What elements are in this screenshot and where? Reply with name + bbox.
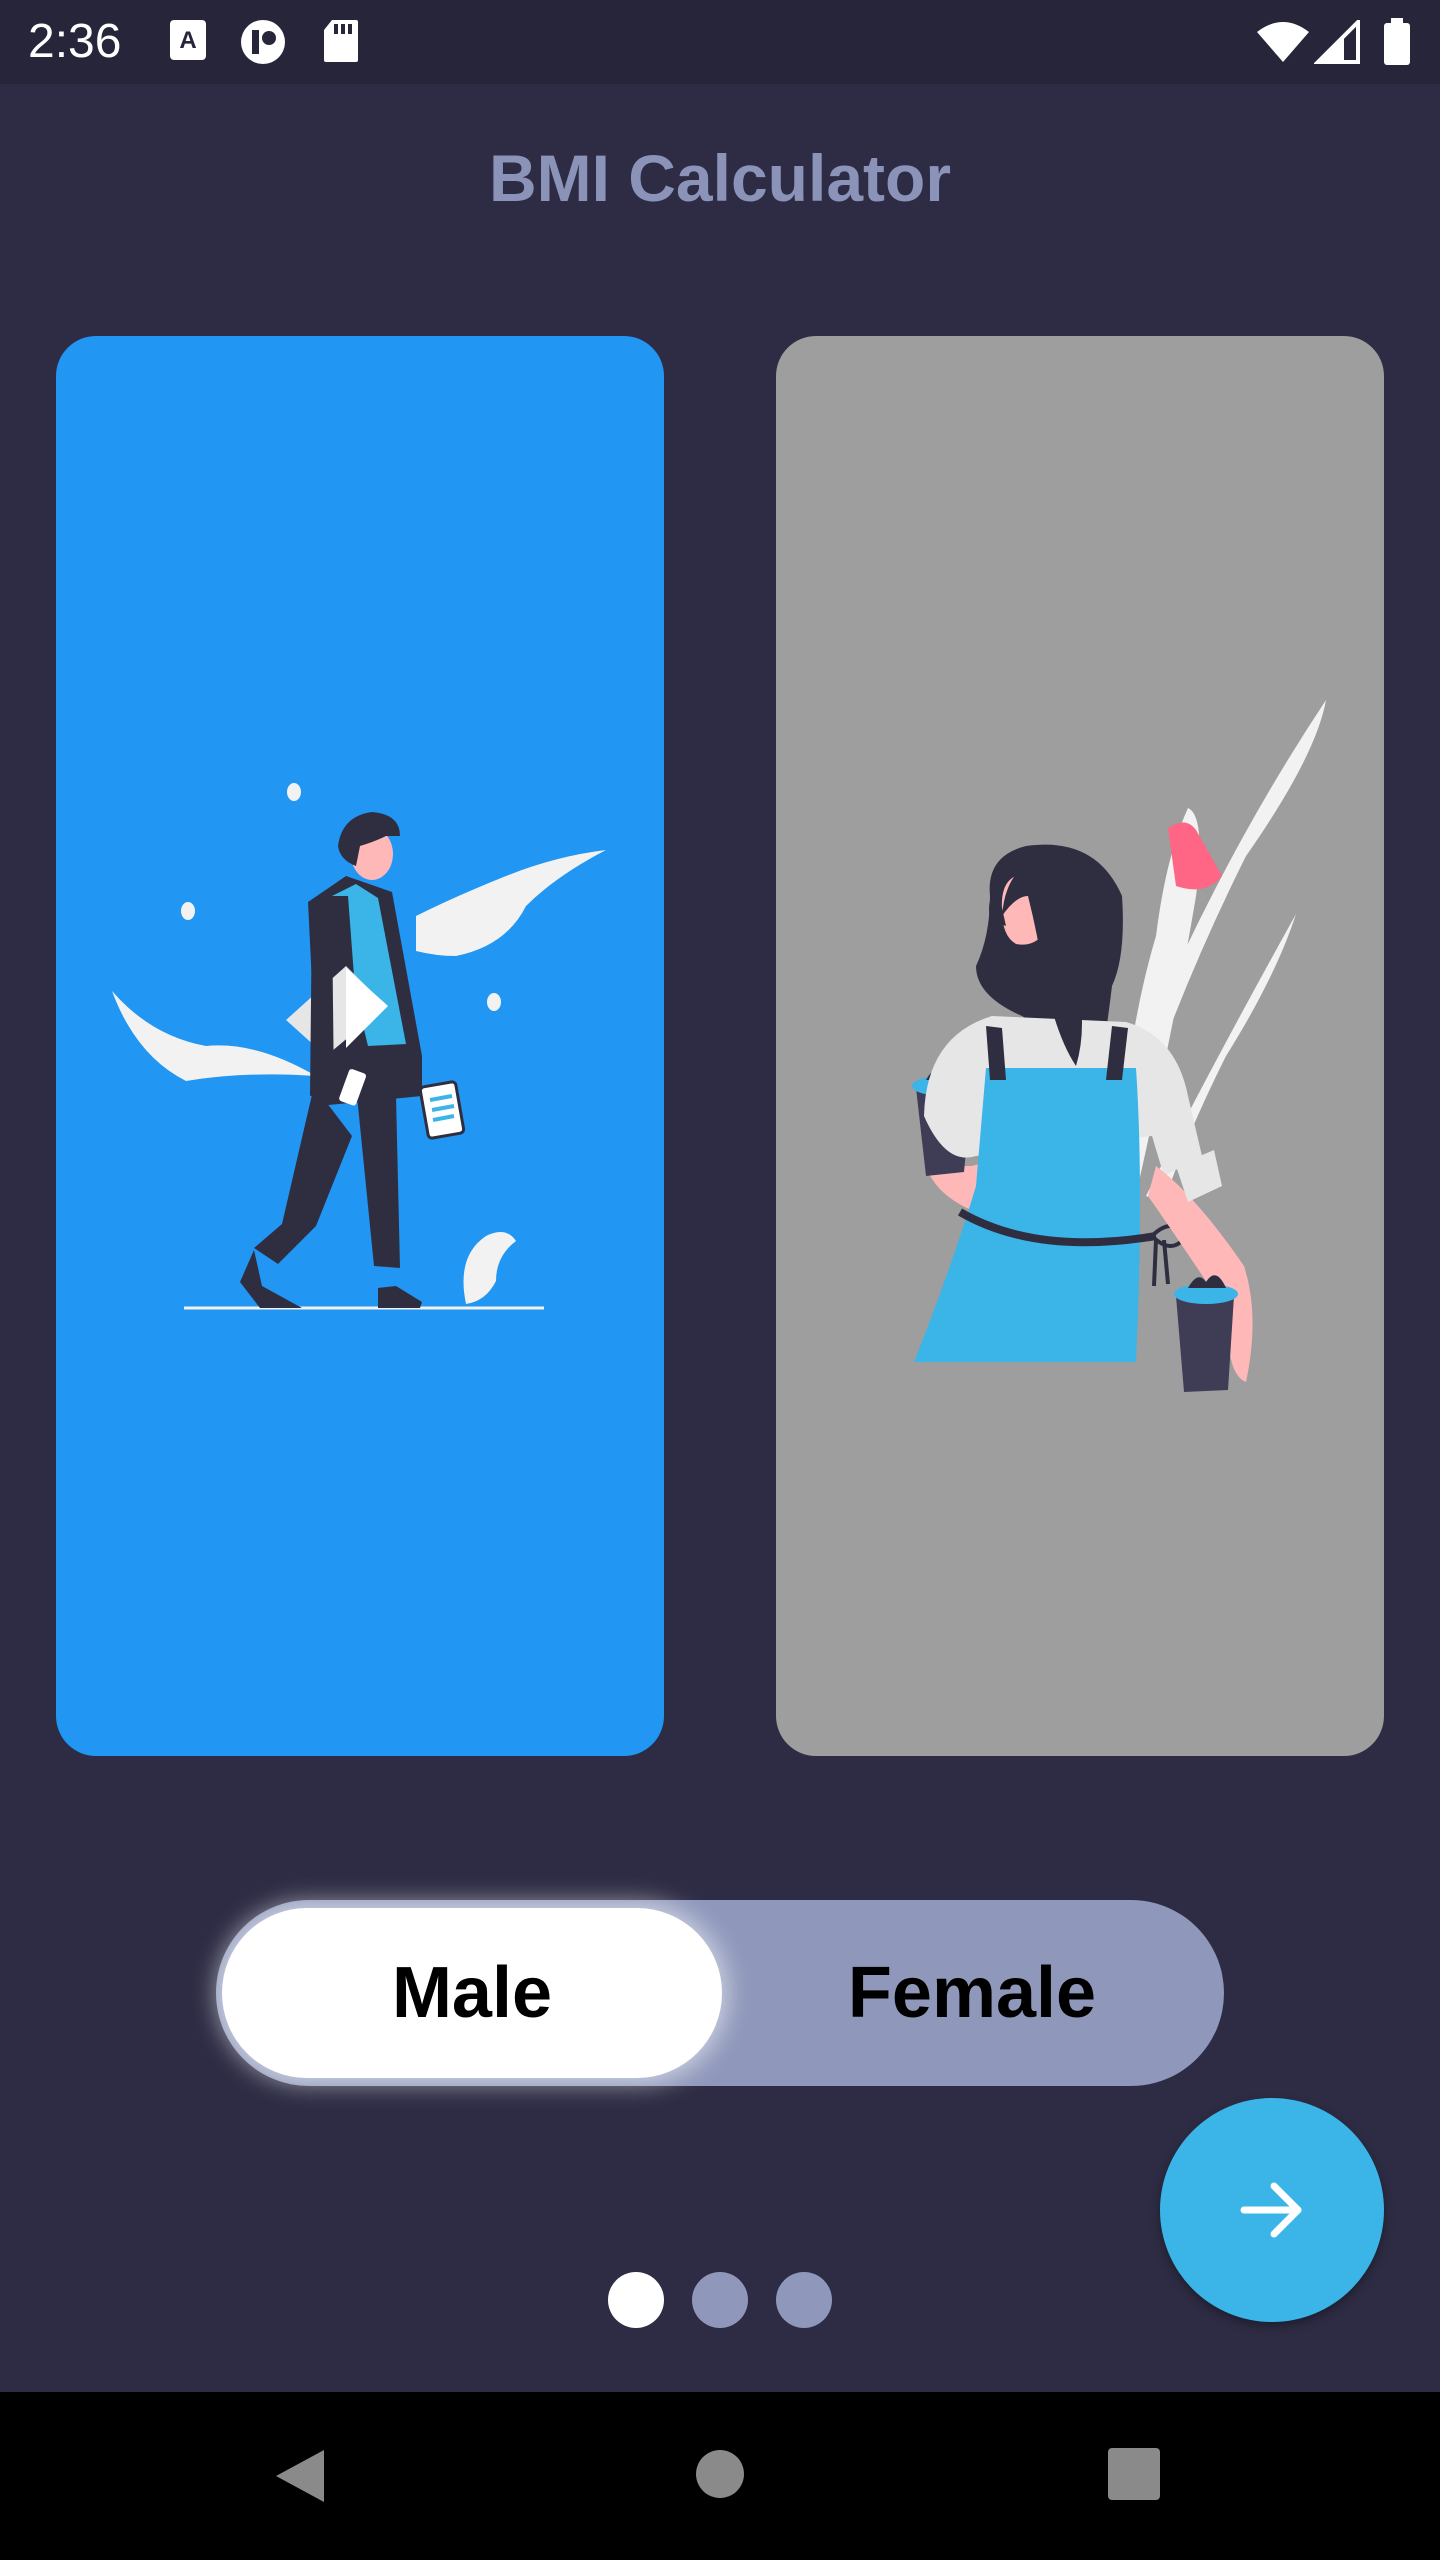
female-card[interactable] <box>776 336 1384 1756</box>
sd-card-icon <box>322 18 360 69</box>
circle-app-icon <box>238 18 288 73</box>
page-dot-2[interactable] <box>692 2272 748 2328</box>
arrow-right-icon <box>1240 2182 1302 2238</box>
female-option[interactable]: Female <box>722 1900 1222 2086</box>
status-bar: 2:36 A <box>0 0 1440 84</box>
page-dot-3[interactable] <box>776 2272 832 2328</box>
male-option[interactable]: Male <box>222 1900 722 2086</box>
male-card[interactable] <box>56 336 664 1756</box>
man-walking-illustration <box>112 783 606 1310</box>
gender-toggle[interactable]: Male Female <box>216 1900 1224 2086</box>
a-text-icon: A <box>168 18 208 67</box>
system-nav-bar <box>0 2392 1440 2560</box>
next-button[interactable] <box>1160 2098 1384 2322</box>
status-time: 2:36 <box>28 15 122 68</box>
bmi-gender-screen: 2:36 A BMI Calculator Male Female <box>0 0 1440 2560</box>
woman-barista-illustration <box>912 700 1326 1392</box>
signal-icon <box>1313 17 1360 69</box>
svg-text:A: A <box>179 27 196 54</box>
recents-icon[interactable] <box>1108 2448 1160 2500</box>
home-icon[interactable] <box>694 2448 746 2500</box>
wifi-icon <box>1256 20 1310 69</box>
battery-icon <box>1382 18 1412 71</box>
page-title: BMI Calculator <box>488 141 952 215</box>
back-icon[interactable] <box>272 2446 328 2506</box>
page-dot-1[interactable] <box>608 2272 664 2328</box>
